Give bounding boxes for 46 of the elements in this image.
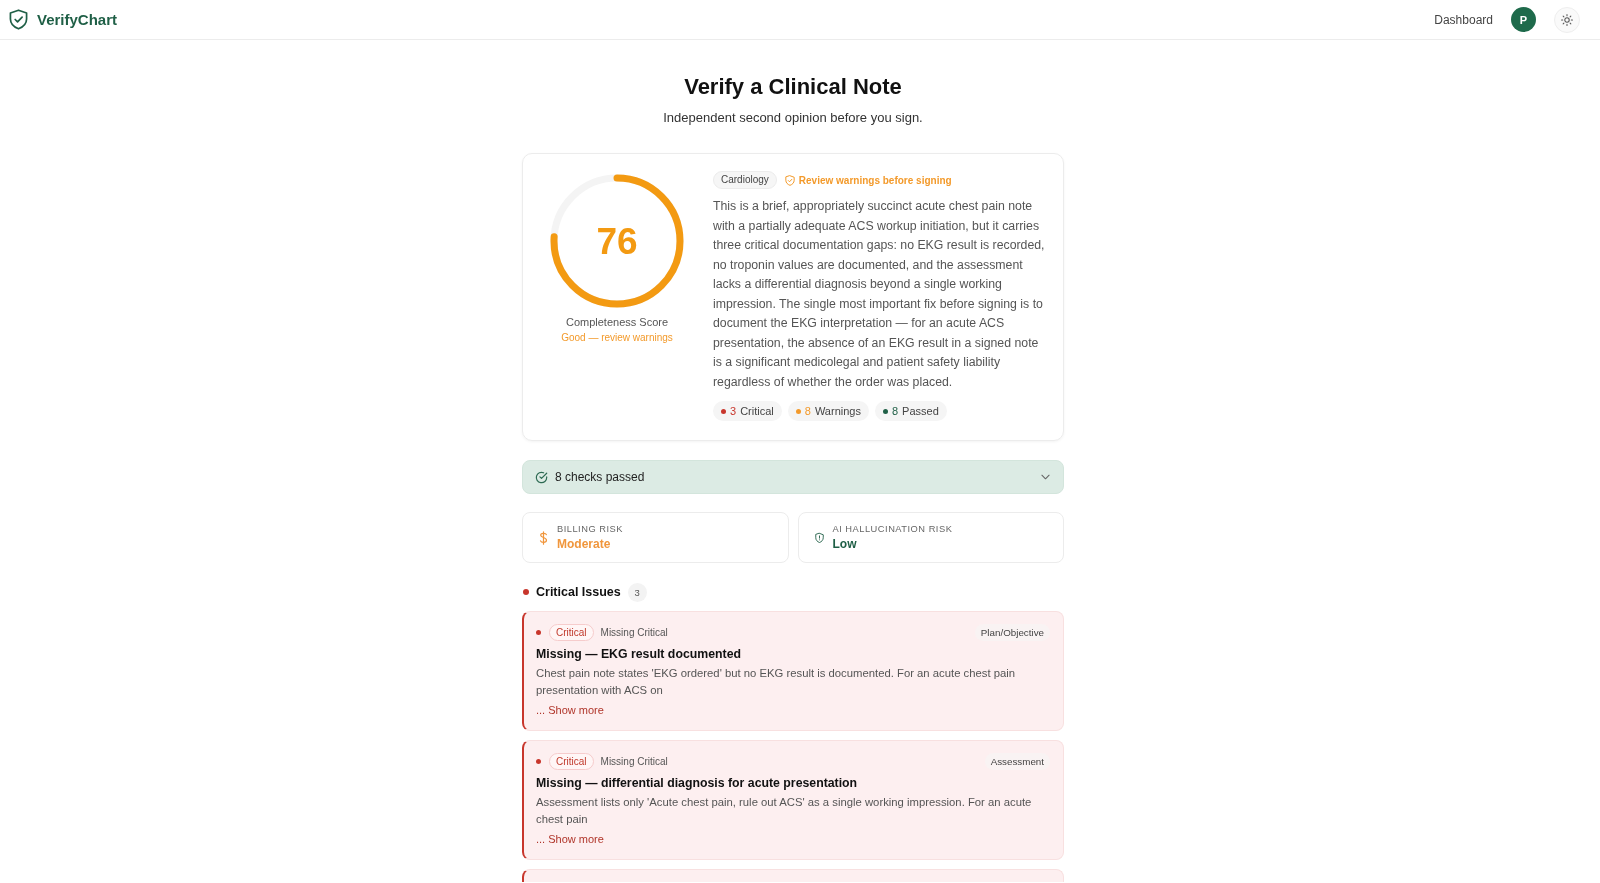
- stat-label: Warnings: [814, 404, 861, 418]
- section-tag: Assessment: [984, 752, 1050, 770]
- section-heading: Critical Issues: [536, 585, 621, 599]
- sun-icon: [1561, 13, 1573, 26]
- stat-label: Passed: [902, 404, 939, 418]
- score-value: 76: [596, 222, 638, 260]
- issue-category: Missing Critical: [600, 755, 668, 767]
- risk-value: Moderate: [557, 535, 612, 553]
- specialty-tag: Cardiology: [713, 171, 777, 189]
- issue-title: Missing — EKG result documented: [536, 646, 742, 663]
- shield-check-icon: [9, 9, 28, 30]
- stat-count: 8: [891, 404, 899, 418]
- brand-name: VerifyChart: [37, 11, 118, 28]
- show-more-link[interactable]: ... Show more: [536, 831, 604, 847]
- section-tag: Plan/Objective: [974, 623, 1050, 641]
- risk-label: BILLING RISK: [557, 522, 623, 536]
- issue-description: Assessment lists only 'Acute chest pain, rule out ACS' as a single working impression. For an acute chest pain: [536, 795, 1033, 827]
- status-dot-icon: [523, 589, 529, 595]
- severity-tag: Critical: [549, 752, 594, 770]
- issue-category: Missing Critical: [600, 626, 668, 638]
- theme-toggle-button[interactable]: [1554, 6, 1580, 33]
- issue-description: Chest pain note states 'EKG ordered' but no EKG result is documented. For an acute chest pain presentation with ACS on: [536, 666, 1017, 698]
- page-title: Verify a Clinical Note: [683, 73, 903, 101]
- issue-title: Missing — differential diagnosis for acute presentation: [536, 775, 859, 792]
- user-avatar[interactable]: P: [1511, 7, 1536, 32]
- dashboard-link[interactable]: Dashboard: [1434, 12, 1493, 27]
- summary-text: This is a brief, appropriately succinct acute chest pain note with a partially adequate ACS workup initiation, but it carries three critical documentation gaps: no EKG result is recorded, no troponin values are documented, and the assessment lacks a differential diagnosis beyond a single working impression. The single most important fix before signing is to document the EKG interpretation — for an acute ACS presentation, the absence of an EKG result in a signed note is a significant medicolegal and patient safety liability regardless of whether the order was placed.: [713, 198, 1045, 391]
- status-dot-icon: [536, 629, 541, 635]
- score-verdict: Good — review warnings: [561, 331, 673, 345]
- risk-label: AI HALLUCINATION RISK: [832, 522, 953, 536]
- score-label: Completeness Score: [565, 315, 669, 330]
- shield-alert-icon: [814, 530, 824, 545]
- status-dot-icon: [536, 758, 541, 764]
- review-warning-text: Review warnings before signing: [798, 174, 952, 186]
- check-circle-icon: [535, 470, 548, 484]
- shield-check-icon: [784, 174, 795, 186]
- dollar-icon: [539, 530, 548, 545]
- risk-value: Low: [832, 535, 858, 553]
- checks-passed-toggle[interactable]: 8 checks passed: [522, 460, 1064, 494]
- stat-label: Critical: [740, 404, 774, 418]
- count-badge: 3: [627, 582, 647, 602]
- severity-tag: Critical: [549, 623, 594, 641]
- stat-count: 8: [804, 404, 811, 418]
- stat-count: 3: [730, 404, 737, 418]
- page-subtitle: Independent second opinion before you sign.: [662, 109, 924, 127]
- show-more-link[interactable]: ... Show more: [536, 702, 604, 718]
